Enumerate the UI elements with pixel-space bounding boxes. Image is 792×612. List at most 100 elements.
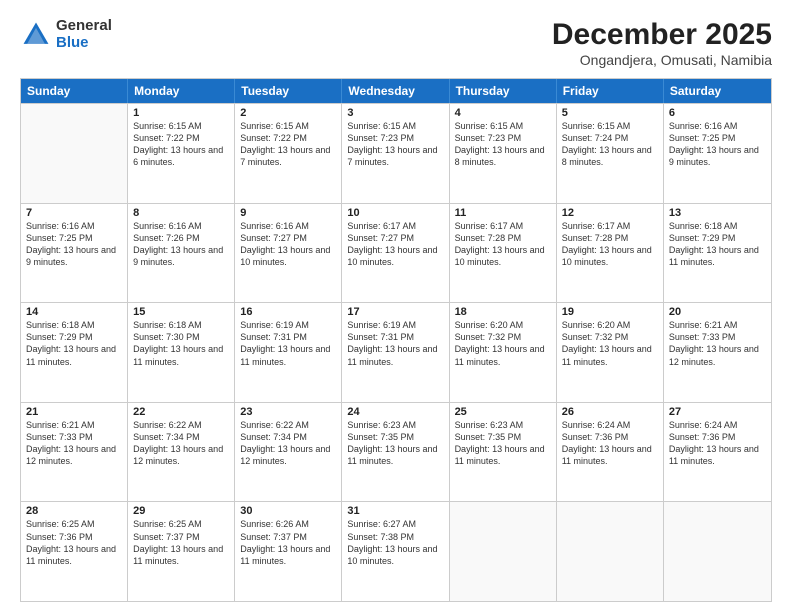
day-number: 30	[240, 505, 336, 517]
logo: General Blue	[20, 18, 112, 51]
cal-week-4: 28Sunrise: 6:25 AMSunset: 7:36 PMDayligh…	[21, 501, 771, 601]
calendar-body: 1Sunrise: 6:15 AMSunset: 7:22 PMDaylight…	[21, 103, 771, 601]
day-number: 3	[347, 107, 443, 119]
cal-cell: 11Sunrise: 6:17 AMSunset: 7:28 PMDayligh…	[450, 204, 557, 303]
day-number: 31	[347, 505, 443, 517]
cal-cell: 2Sunrise: 6:15 AMSunset: 7:22 PMDaylight…	[235, 104, 342, 203]
day-number: 2	[240, 107, 336, 119]
cell-info: Sunrise: 6:15 AMSunset: 7:22 PMDaylight:…	[240, 120, 336, 169]
logo-blue-text: Blue	[56, 35, 112, 52]
day-number: 4	[455, 107, 551, 119]
cell-info: Sunrise: 6:15 AMSunset: 7:22 PMDaylight:…	[133, 120, 229, 169]
cell-info: Sunrise: 6:23 AMSunset: 7:35 PMDaylight:…	[347, 419, 443, 468]
cell-info: Sunrise: 6:22 AMSunset: 7:34 PMDaylight:…	[240, 419, 336, 468]
cal-week-0: 1Sunrise: 6:15 AMSunset: 7:22 PMDaylight…	[21, 103, 771, 203]
cal-cell: 23Sunrise: 6:22 AMSunset: 7:34 PMDayligh…	[235, 403, 342, 502]
day-number: 11	[455, 207, 551, 219]
cal-cell: 17Sunrise: 6:19 AMSunset: 7:31 PMDayligh…	[342, 303, 449, 402]
cal-cell	[450, 502, 557, 601]
cell-info: Sunrise: 6:24 AMSunset: 7:36 PMDaylight:…	[669, 419, 766, 468]
calendar: SundayMondayTuesdayWednesdayThursdayFrid…	[20, 78, 772, 602]
cell-info: Sunrise: 6:18 AMSunset: 7:29 PMDaylight:…	[669, 220, 766, 269]
cell-info: Sunrise: 6:20 AMSunset: 7:32 PMDaylight:…	[562, 319, 658, 368]
cal-cell: 8Sunrise: 6:16 AMSunset: 7:26 PMDaylight…	[128, 204, 235, 303]
cal-cell: 27Sunrise: 6:24 AMSunset: 7:36 PMDayligh…	[664, 403, 771, 502]
cal-header-tuesday: Tuesday	[235, 79, 342, 103]
cal-header-thursday: Thursday	[450, 79, 557, 103]
cal-cell: 26Sunrise: 6:24 AMSunset: 7:36 PMDayligh…	[557, 403, 664, 502]
cal-cell: 5Sunrise: 6:15 AMSunset: 7:24 PMDaylight…	[557, 104, 664, 203]
cell-info: Sunrise: 6:15 AMSunset: 7:23 PMDaylight:…	[347, 120, 443, 169]
cell-info: Sunrise: 6:22 AMSunset: 7:34 PMDaylight:…	[133, 419, 229, 468]
cell-info: Sunrise: 6:15 AMSunset: 7:23 PMDaylight:…	[455, 120, 551, 169]
cell-info: Sunrise: 6:26 AMSunset: 7:37 PMDaylight:…	[240, 518, 336, 567]
cell-info: Sunrise: 6:16 AMSunset: 7:25 PMDaylight:…	[26, 220, 122, 269]
day-number: 28	[26, 505, 122, 517]
cal-cell: 10Sunrise: 6:17 AMSunset: 7:27 PMDayligh…	[342, 204, 449, 303]
cal-cell: 24Sunrise: 6:23 AMSunset: 7:35 PMDayligh…	[342, 403, 449, 502]
cal-week-2: 14Sunrise: 6:18 AMSunset: 7:29 PMDayligh…	[21, 302, 771, 402]
header: General Blue December 2025 Ongandjera, O…	[20, 18, 772, 68]
day-number: 7	[26, 207, 122, 219]
cal-cell: 20Sunrise: 6:21 AMSunset: 7:33 PMDayligh…	[664, 303, 771, 402]
cell-info: Sunrise: 6:21 AMSunset: 7:33 PMDaylight:…	[26, 419, 122, 468]
day-number: 1	[133, 107, 229, 119]
day-number: 16	[240, 306, 336, 318]
day-number: 20	[669, 306, 766, 318]
page: General Blue December 2025 Ongandjera, O…	[0, 0, 792, 612]
cell-info: Sunrise: 6:17 AMSunset: 7:28 PMDaylight:…	[455, 220, 551, 269]
cal-cell: 3Sunrise: 6:15 AMSunset: 7:23 PMDaylight…	[342, 104, 449, 203]
day-number: 10	[347, 207, 443, 219]
cal-cell: 4Sunrise: 6:15 AMSunset: 7:23 PMDaylight…	[450, 104, 557, 203]
cal-header-sunday: Sunday	[21, 79, 128, 103]
day-number: 25	[455, 406, 551, 418]
cell-info: Sunrise: 6:25 AMSunset: 7:37 PMDaylight:…	[133, 518, 229, 567]
cal-cell: 30Sunrise: 6:26 AMSunset: 7:37 PMDayligh…	[235, 502, 342, 601]
cell-info: Sunrise: 6:21 AMSunset: 7:33 PMDaylight:…	[669, 319, 766, 368]
day-number: 8	[133, 207, 229, 219]
cal-cell	[664, 502, 771, 601]
cell-info: Sunrise: 6:27 AMSunset: 7:38 PMDaylight:…	[347, 518, 443, 567]
cal-week-3: 21Sunrise: 6:21 AMSunset: 7:33 PMDayligh…	[21, 402, 771, 502]
day-number: 24	[347, 406, 443, 418]
logo-icon	[20, 19, 52, 51]
cal-cell: 25Sunrise: 6:23 AMSunset: 7:35 PMDayligh…	[450, 403, 557, 502]
cal-cell: 31Sunrise: 6:27 AMSunset: 7:38 PMDayligh…	[342, 502, 449, 601]
day-number: 6	[669, 107, 766, 119]
cal-cell: 14Sunrise: 6:18 AMSunset: 7:29 PMDayligh…	[21, 303, 128, 402]
cal-week-1: 7Sunrise: 6:16 AMSunset: 7:25 PMDaylight…	[21, 203, 771, 303]
cell-info: Sunrise: 6:23 AMSunset: 7:35 PMDaylight:…	[455, 419, 551, 468]
cal-header-wednesday: Wednesday	[342, 79, 449, 103]
cal-cell: 19Sunrise: 6:20 AMSunset: 7:32 PMDayligh…	[557, 303, 664, 402]
month-title: December 2025	[552, 18, 772, 52]
calendar-header: SundayMondayTuesdayWednesdayThursdayFrid…	[21, 79, 771, 103]
day-number: 29	[133, 505, 229, 517]
cell-info: Sunrise: 6:15 AMSunset: 7:24 PMDaylight:…	[562, 120, 658, 169]
day-number: 12	[562, 207, 658, 219]
cell-info: Sunrise: 6:24 AMSunset: 7:36 PMDaylight:…	[562, 419, 658, 468]
cal-cell: 15Sunrise: 6:18 AMSunset: 7:30 PMDayligh…	[128, 303, 235, 402]
cal-cell: 21Sunrise: 6:21 AMSunset: 7:33 PMDayligh…	[21, 403, 128, 502]
location: Ongandjera, Omusati, Namibia	[552, 52, 772, 68]
day-number: 26	[562, 406, 658, 418]
cell-info: Sunrise: 6:16 AMSunset: 7:27 PMDaylight:…	[240, 220, 336, 269]
cell-info: Sunrise: 6:18 AMSunset: 7:30 PMDaylight:…	[133, 319, 229, 368]
title-block: December 2025 Ongandjera, Omusati, Namib…	[552, 18, 772, 68]
cell-info: Sunrise: 6:25 AMSunset: 7:36 PMDaylight:…	[26, 518, 122, 567]
cal-cell: 1Sunrise: 6:15 AMSunset: 7:22 PMDaylight…	[128, 104, 235, 203]
logo-general-text: General	[56, 18, 112, 35]
day-number: 13	[669, 207, 766, 219]
cell-info: Sunrise: 6:18 AMSunset: 7:29 PMDaylight:…	[26, 319, 122, 368]
day-number: 18	[455, 306, 551, 318]
cal-cell: 16Sunrise: 6:19 AMSunset: 7:31 PMDayligh…	[235, 303, 342, 402]
day-number: 21	[26, 406, 122, 418]
cal-cell: 7Sunrise: 6:16 AMSunset: 7:25 PMDaylight…	[21, 204, 128, 303]
cal-cell: 29Sunrise: 6:25 AMSunset: 7:37 PMDayligh…	[128, 502, 235, 601]
cell-info: Sunrise: 6:16 AMSunset: 7:25 PMDaylight:…	[669, 120, 766, 169]
day-number: 17	[347, 306, 443, 318]
day-number: 14	[26, 306, 122, 318]
day-number: 15	[133, 306, 229, 318]
cell-info: Sunrise: 6:19 AMSunset: 7:31 PMDaylight:…	[347, 319, 443, 368]
cal-cell: 9Sunrise: 6:16 AMSunset: 7:27 PMDaylight…	[235, 204, 342, 303]
day-number: 19	[562, 306, 658, 318]
